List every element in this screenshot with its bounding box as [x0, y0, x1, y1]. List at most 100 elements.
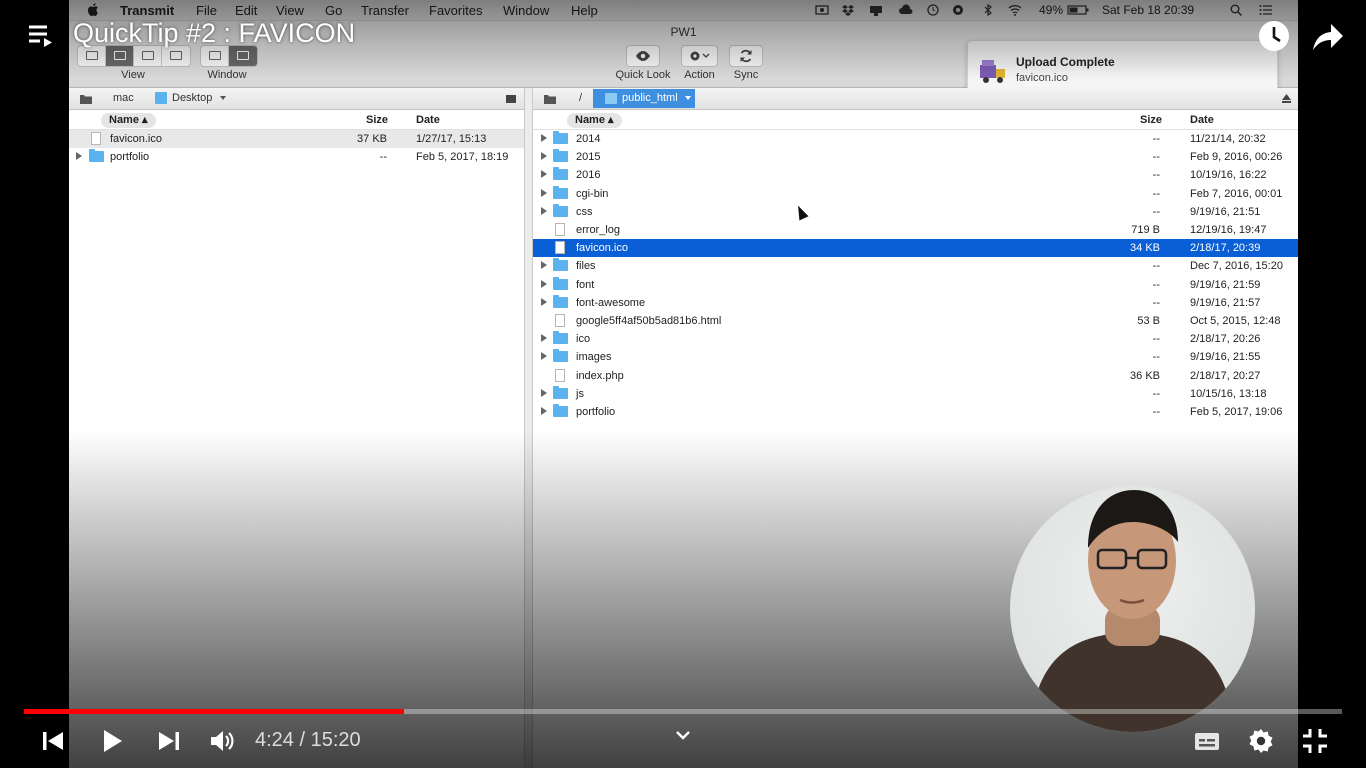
- file-size: --: [1152, 133, 1160, 145]
- exit-fullscreen-icon[interactable]: [1300, 726, 1330, 756]
- file-row[interactable]: portfolio -- Feb 5, 2017, 19:06: [533, 403, 1298, 421]
- dropbox-icon[interactable]: [841, 4, 855, 16]
- file-row[interactable]: css -- 9/19/16, 21:51: [533, 203, 1298, 221]
- dual-pane-button[interactable]: [229, 46, 257, 66]
- wifi-icon[interactable]: [1008, 4, 1022, 16]
- menu-transfer[interactable]: Transfer: [361, 3, 409, 18]
- volume-icon[interactable]: [207, 726, 237, 756]
- local-col-name[interactable]: Name ▴: [101, 113, 156, 128]
- disclosure-triangle-icon[interactable]: [541, 206, 547, 215]
- disclosure-triangle-icon[interactable]: [541, 134, 547, 142]
- disclosure-triangle-icon[interactable]: [541, 334, 547, 343]
- notification-center-icon[interactable]: [1259, 4, 1273, 16]
- video-progress-bar[interactable]: [24, 709, 1342, 714]
- disclosure-triangle-icon[interactable]: [541, 188, 547, 197]
- file-row[interactable]: favicon.ico 34 KB 2/18/17, 20:39: [533, 239, 1298, 258]
- screen-record-icon[interactable]: [815, 4, 829, 16]
- file-row[interactable]: font -- 9/19/16, 21:59: [533, 276, 1298, 294]
- file-row[interactable]: portfolio -- Feb 5, 2017, 18:19: [69, 148, 524, 166]
- video-player[interactable]: Transmit File Edit View Go Transfer Favo…: [0, 0, 1366, 768]
- spotlight-icon[interactable]: [1229, 4, 1243, 16]
- eject-icon[interactable]: [1281, 93, 1292, 104]
- remote-col-date[interactable]: Date: [1190, 114, 1214, 126]
- file-name: favicon.ico: [110, 133, 162, 145]
- file-name: css: [576, 205, 593, 218]
- subtitles-icon[interactable]: [1192, 726, 1222, 756]
- file-row[interactable]: 2016 -- 10/19/16, 16:22: [533, 166, 1298, 184]
- watch-later-icon[interactable]: [1258, 20, 1290, 52]
- disclosure-triangle-icon[interactable]: [541, 279, 547, 288]
- coverflow-view-button[interactable]: [162, 46, 190, 66]
- disclosure-triangle-icon[interactable]: [541, 388, 547, 397]
- menu-file[interactable]: File: [196, 3, 217, 18]
- disclosure-triangle-icon[interactable]: [76, 152, 82, 161]
- menu-help[interactable]: Help: [571, 3, 598, 18]
- menu-edit[interactable]: Edit: [235, 3, 257, 18]
- disclosure-triangle-icon[interactable]: [541, 261, 547, 270]
- breadcrumb-mac[interactable]: mac: [113, 92, 134, 104]
- disclosure-triangle-icon[interactable]: [541, 407, 547, 415]
- local-col-date[interactable]: Date: [416, 114, 440, 126]
- eye-icon: [636, 51, 650, 61]
- menu-view[interactable]: View: [276, 3, 304, 18]
- breadcrumb-root[interactable]: /: [579, 92, 582, 104]
- file-row[interactable]: 2015 -- Feb 9, 2016, 00:26: [533, 148, 1298, 166]
- sync-clock-icon[interactable]: [926, 4, 940, 16]
- play-icon[interactable]: [97, 726, 127, 756]
- chevron-down-icon[interactable]: [685, 96, 691, 100]
- transmit-menu-icon[interactable]: [869, 4, 883, 16]
- bluetooth-icon[interactable]: [981, 4, 995, 16]
- creative-cloud-icon[interactable]: [951, 4, 965, 16]
- file-row[interactable]: images -- 9/19/16, 21:55: [533, 348, 1298, 366]
- skip-next-icon[interactable]: [154, 726, 184, 756]
- breadcrumb-public-html[interactable]: public_html: [622, 92, 678, 104]
- file-date: Oct 5, 2015, 12:48: [1190, 315, 1281, 327]
- column-view-button[interactable]: [134, 46, 162, 66]
- file-row[interactable]: js -- 10/15/16, 13:18: [533, 385, 1298, 403]
- file-row[interactable]: cgi-bin -- Feb 7, 2016, 00:01: [533, 185, 1298, 203]
- playlist-icon[interactable]: [28, 24, 54, 48]
- file-row[interactable]: 2014 -- 11/21/14, 20:32: [533, 130, 1298, 148]
- chevron-down-icon[interactable]: [220, 96, 226, 100]
- battery-icon[interactable]: [1067, 4, 1089, 16]
- settings-icon[interactable]: [1246, 726, 1276, 756]
- share-icon[interactable]: [1312, 22, 1344, 52]
- video-title[interactable]: QuickTip #2 : FAVICON: [73, 18, 355, 49]
- icon-view-button[interactable]: [78, 46, 106, 66]
- single-pane-button[interactable]: [201, 46, 229, 66]
- disclosure-triangle-icon[interactable]: [541, 297, 547, 306]
- file-row[interactable]: error_log 719 B 12/19/16, 19:47: [533, 221, 1298, 239]
- remote-col-name[interactable]: Name ▴: [567, 113, 622, 128]
- remote-col-size[interactable]: Size: [1140, 114, 1162, 126]
- apple-menu-icon[interactable]: [87, 2, 100, 17]
- breadcrumb-desktop[interactable]: Desktop: [172, 92, 212, 104]
- local-folder-menu-icon[interactable]: [79, 93, 93, 105]
- file-row[interactable]: ico -- 2/18/17, 20:26: [533, 330, 1298, 348]
- chevron-down-icon[interactable]: [674, 728, 692, 742]
- menu-window[interactable]: Window: [503, 3, 549, 18]
- sync-button[interactable]: [729, 45, 763, 67]
- cloud-icon[interactable]: [899, 4, 913, 16]
- disclosure-triangle-icon[interactable]: [541, 352, 547, 361]
- pane-divider[interactable]: [524, 88, 533, 768]
- quick-look-button[interactable]: [626, 45, 660, 67]
- menu-favorites[interactable]: Favorites: [429, 3, 482, 18]
- file-row[interactable]: favicon.ico 37 KB 1/27/17, 15:13: [69, 130, 524, 148]
- skip-previous-icon[interactable]: [38, 726, 68, 756]
- disclosure-triangle-icon[interactable]: [541, 170, 547, 179]
- file-row[interactable]: files -- Dec 7, 2016, 15:20: [533, 257, 1298, 275]
- local-col-size[interactable]: Size: [366, 114, 388, 126]
- remote-folder-menu-icon[interactable]: [543, 93, 557, 105]
- file-name: index.php: [576, 369, 624, 382]
- menu-app-name[interactable]: Transmit: [120, 3, 174, 18]
- action-button[interactable]: [681, 45, 718, 67]
- menu-go[interactable]: Go: [325, 3, 342, 18]
- list-view-button[interactable]: [106, 46, 134, 66]
- file-row[interactable]: font-awesome -- 9/19/16, 21:57: [533, 294, 1298, 312]
- disclosure-triangle-icon[interactable]: [541, 152, 547, 161]
- file-row[interactable]: index.php 36 KB 2/18/17, 20:27: [533, 367, 1298, 385]
- local-options-icon[interactable]: [505, 93, 517, 105]
- menubar-clock[interactable]: Sat Feb 18 20:39: [1102, 3, 1194, 17]
- folder-icon: [553, 258, 568, 272]
- file-row[interactable]: google5ff4af50b5ad81b6.html 53 B Oct 5, 20…: [533, 312, 1298, 330]
